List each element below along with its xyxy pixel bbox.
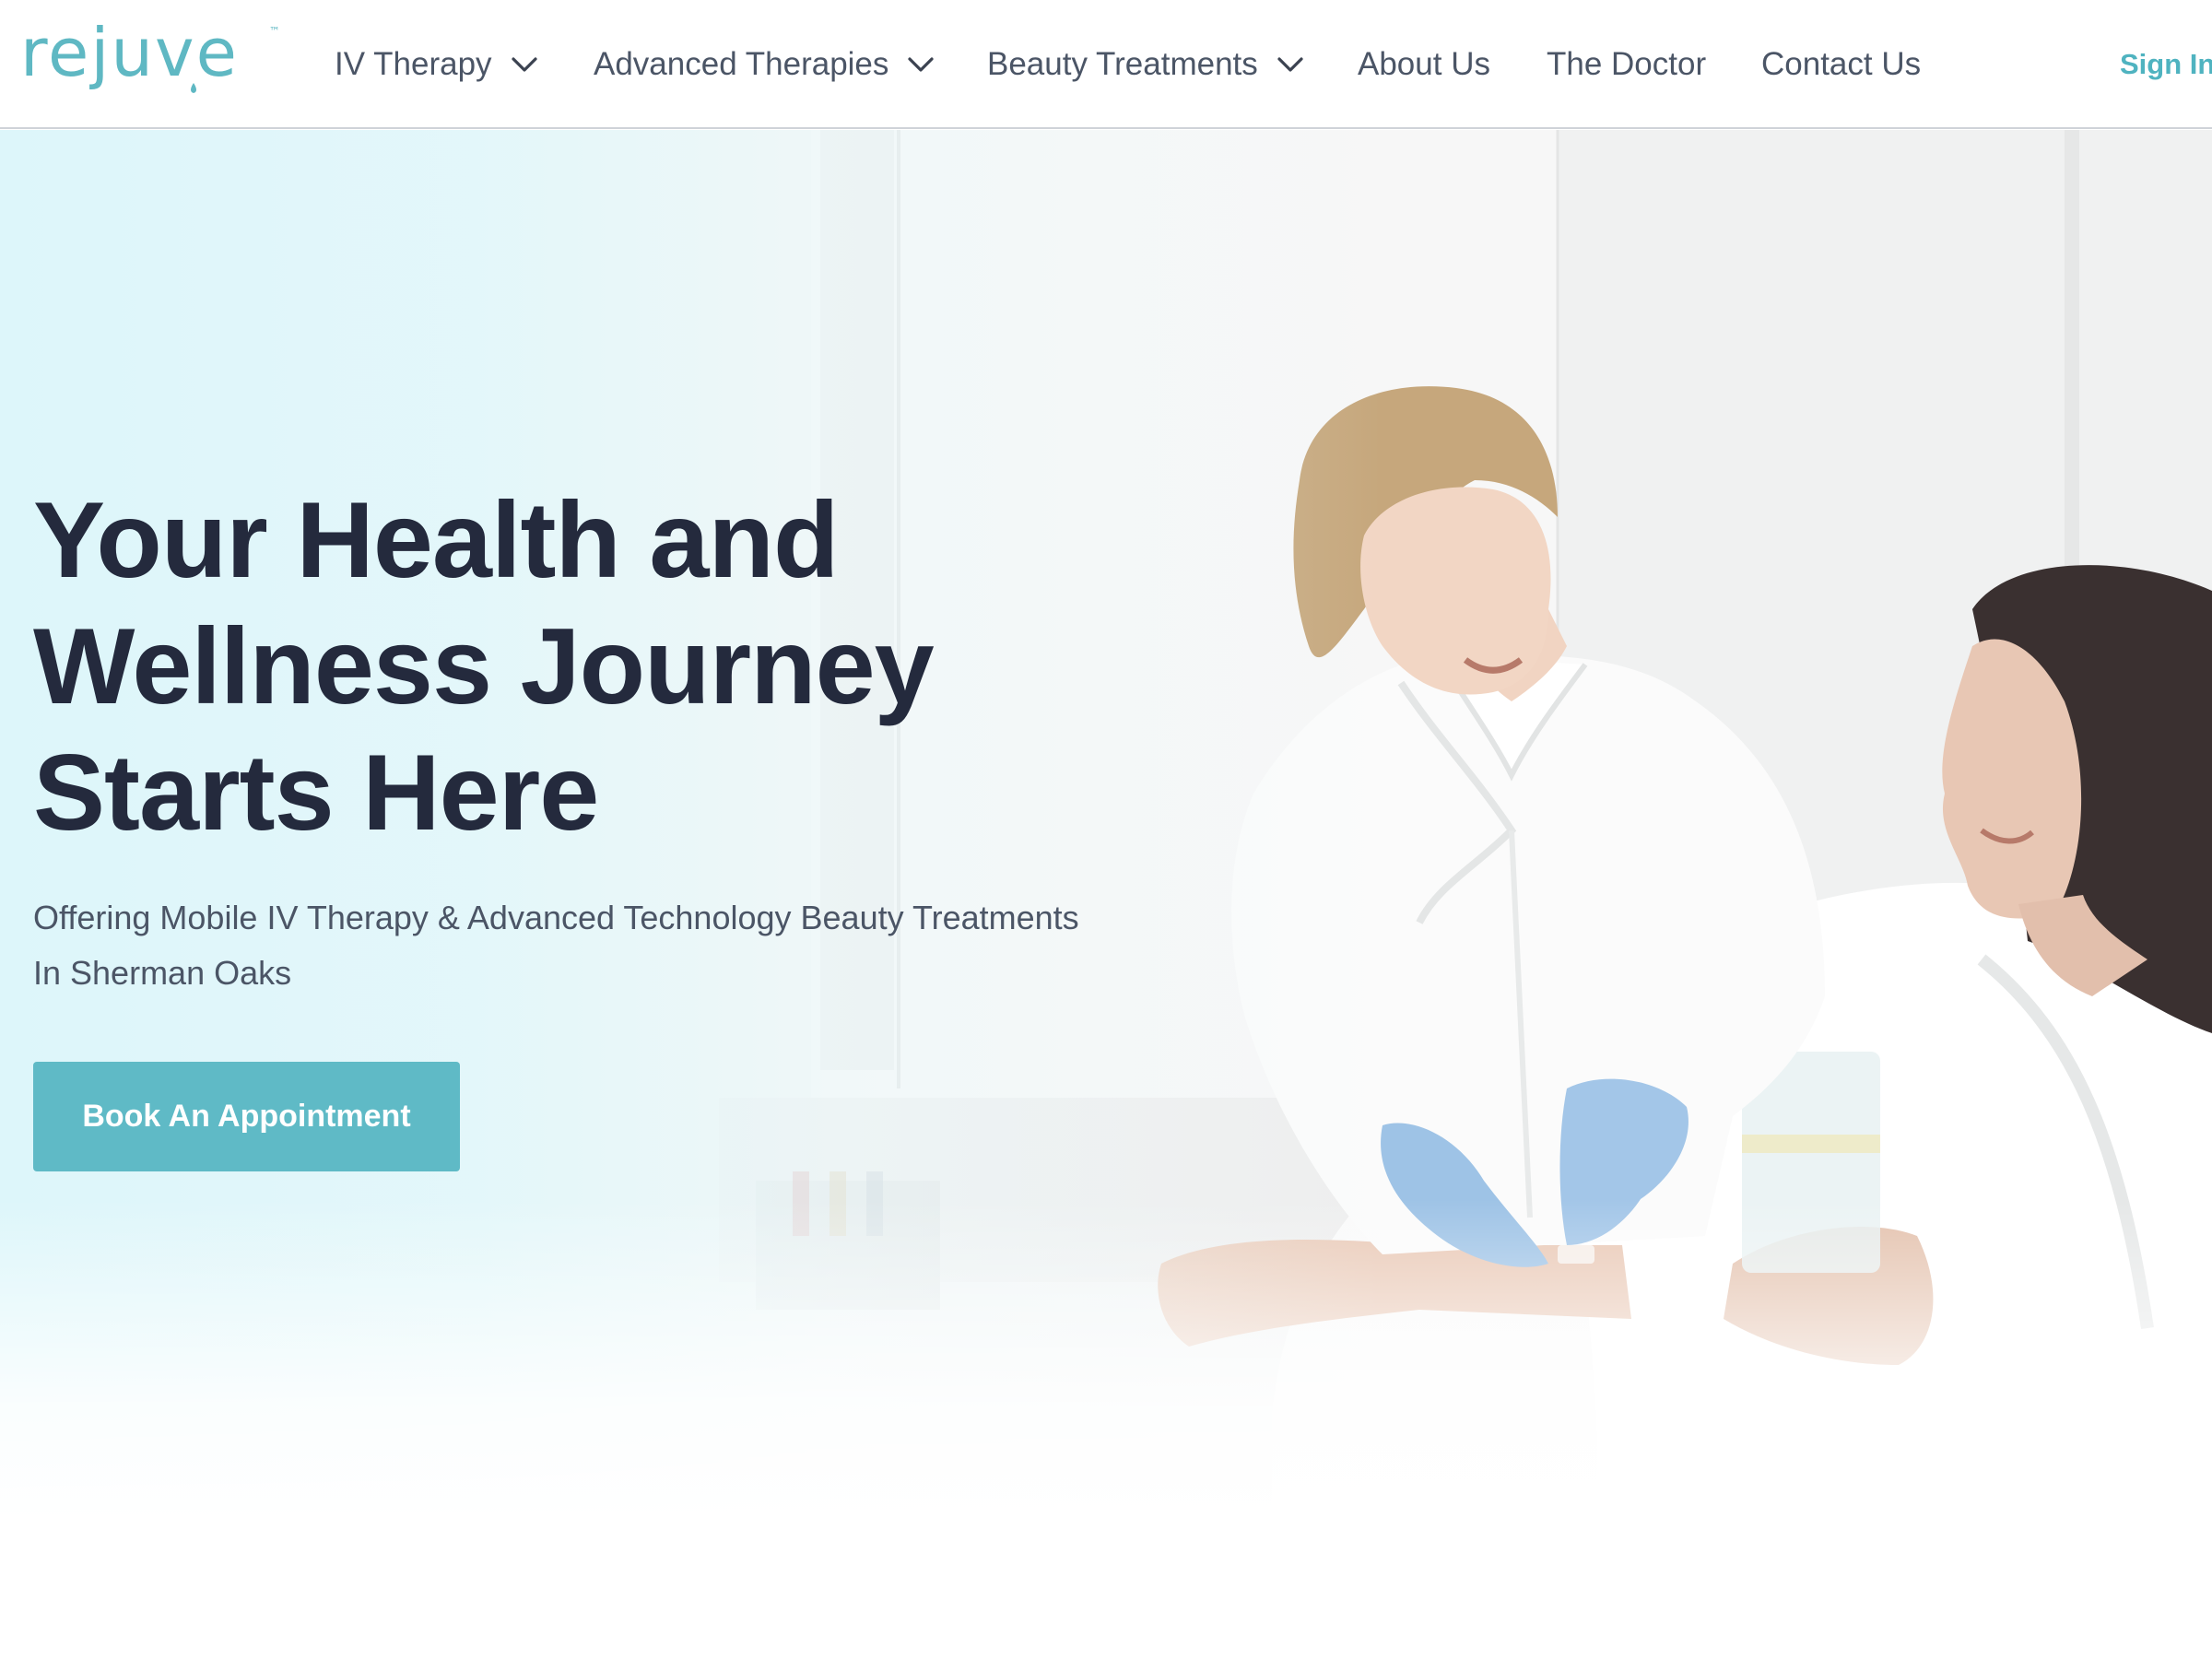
nav-contact-us-label: Contact Us — [1761, 46, 1922, 82]
hero-subtext-line-1: Offering Mobile IV Therapy & Advanced Te… — [33, 899, 1079, 936]
hero-headline-line-1: Your Health and — [33, 479, 839, 600]
chevron-down-icon — [511, 57, 537, 72]
nav-about-us[interactable]: About Us — [1358, 39, 1490, 90]
site-header: rejuve ™ IV Therapy Advanced Therapies B… — [0, 0, 2212, 129]
hero-headline-line-2: Wellness Journey — [33, 606, 935, 726]
nav-advanced-therapies-label: Advanced Therapies — [594, 46, 889, 82]
chevron-down-icon — [908, 57, 935, 72]
svg-text:rejuve: rejuve — [20, 22, 239, 91]
svg-text:™: ™ — [269, 25, 280, 38]
nav-the-doctor-label: The Doctor — [1547, 46, 1707, 82]
sign-in-link[interactable]: Sign In — [2120, 39, 2212, 90]
hero-subtext-line-2: In Sherman Oaks — [33, 954, 292, 992]
nav-beauty-treatments-label: Beauty Treatments — [987, 46, 1258, 82]
chevron-down-icon — [1277, 57, 1303, 72]
rejuve-logo[interactable]: rejuve ™ — [20, 22, 284, 96]
nav-contact-us[interactable]: Contact Us — [1761, 39, 1921, 90]
nav-advanced-therapies[interactable]: Advanced Therapies — [594, 39, 935, 90]
hero-headline-line-3: Starts Here — [33, 732, 599, 853]
hero-section: Your Health and Wellness Journey Starts … — [0, 130, 2212, 1659]
nav-iv-therapy-label: IV Therapy — [335, 46, 492, 82]
nav-iv-therapy[interactable]: IV Therapy — [335, 39, 538, 90]
hero-headline: Your Health and Wellness Journey Starts … — [33, 477, 1047, 855]
book-appointment-button[interactable]: Book An Appointment — [33, 1062, 460, 1171]
hero-bottom-fade-overlay — [0, 1199, 2212, 1659]
page: rejuve ™ IV Therapy Advanced Therapies B… — [0, 0, 2212, 1659]
nav-about-us-label: About Us — [1358, 46, 1490, 82]
nav-the-doctor[interactable]: The Doctor — [1547, 39, 1706, 90]
hero-subtext: Offering Mobile IV Therapy & Advanced Te… — [33, 890, 1213, 1001]
nav-beauty-treatments[interactable]: Beauty Treatments — [987, 39, 1304, 90]
